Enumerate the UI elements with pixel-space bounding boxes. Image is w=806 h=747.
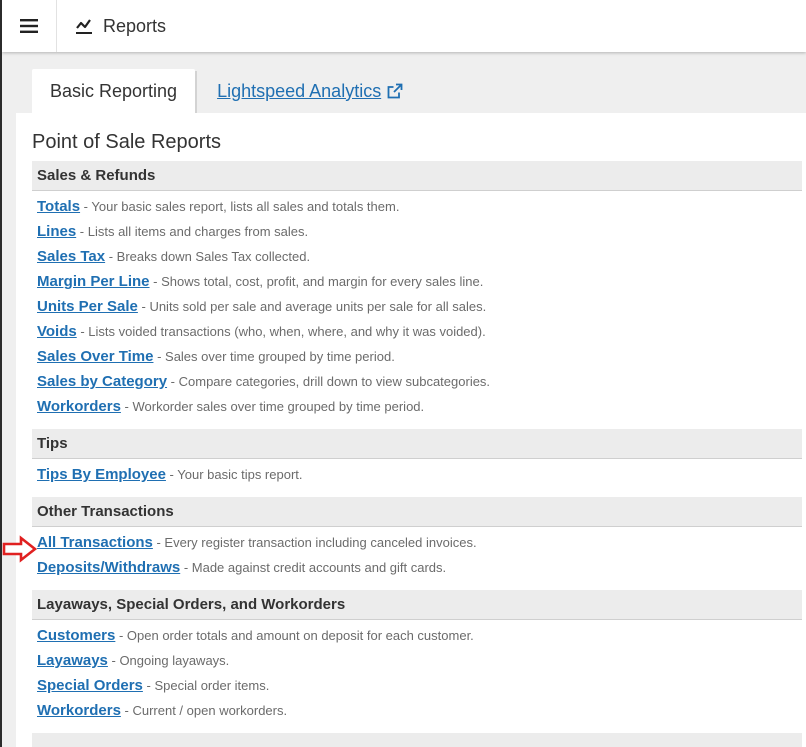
report-description: - Every register transaction including c… <box>152 535 477 550</box>
report-description: - Sales over time grouped by time period… <box>153 349 395 364</box>
report-description: - Units sold per sale and average units … <box>137 299 487 314</box>
report-description: - Made against credit accounts and gift … <box>180 560 447 575</box>
section-next-partial <box>32 733 802 747</box>
tab-lightspeed-analytics-label: Lightspeed Analytics <box>217 80 382 101</box>
report-description: - Workorder sales over time grouped by t… <box>120 399 425 414</box>
section-other-transactions: Other Transactions All Transactions - Ev… <box>32 497 802 580</box>
list-item: Totals - Your basic sales report, lists … <box>32 194 802 219</box>
list-item: Sales Over Time - Sales over time groupe… <box>32 344 802 369</box>
app-window: Reports Basic Reporting Lightspeed Analy… <box>0 0 806 747</box>
report-description: - Your basic tips report. <box>165 467 303 482</box>
section-items: All Transactions - Every register transa… <box>32 527 802 580</box>
report-link-workorders-open[interactable]: Workorders <box>37 702 121 719</box>
list-item: Customers - Open order totals and amount… <box>32 623 802 648</box>
report-description: - Special order items. <box>142 678 270 693</box>
list-item: Sales Tax - Breaks down Sales Tax collec… <box>32 244 802 269</box>
report-link-voids[interactable]: Voids <box>37 323 77 340</box>
report-link-all-transactions[interactable]: All Transactions <box>37 534 153 551</box>
list-item: Deposits/Withdraws - Made against credit… <box>32 555 802 580</box>
section-header: Other Transactions <box>32 497 802 527</box>
section-items: Customers - Open order totals and amount… <box>32 620 802 723</box>
report-description: - Lists voided transactions (who, when, … <box>76 324 486 339</box>
page-title: Reports <box>103 15 167 36</box>
report-link-margin-per-line[interactable]: Margin Per Line <box>37 273 150 290</box>
report-link-tips-by-employee[interactable]: Tips By Employee <box>37 466 166 483</box>
section-header: Sales & Refunds <box>32 161 802 191</box>
report-description: - Current / open workorders. <box>120 703 288 718</box>
header-title-group: Reports <box>57 16 166 37</box>
section-tips: Tips Tips By Employee - Your basic tips … <box>32 429 802 487</box>
list-item: Tips By Employee - Your basic tips repor… <box>32 462 802 487</box>
report-description: - Shows total, cost, profit, and margin … <box>149 274 484 289</box>
list-item: Sales by Category - Compare categories, … <box>32 369 802 394</box>
line-chart-icon <box>76 19 92 34</box>
list-item: Special Orders - Special order items. <box>32 673 802 698</box>
hamburger-icon <box>20 19 38 33</box>
tab-lightspeed-analytics[interactable]: Lightspeed Analytics <box>197 69 423 113</box>
list-item: Workorders - Workorder sales over time g… <box>32 394 802 419</box>
section-items: Tips By Employee - Your basic tips repor… <box>32 459 802 487</box>
report-link-sales-by-category[interactable]: Sales by Category <box>37 373 167 390</box>
report-link-lines[interactable]: Lines <box>37 223 76 240</box>
section-header: Tips <box>32 429 802 459</box>
report-link-sales-tax[interactable]: Sales Tax <box>37 248 105 265</box>
tab-basic-reporting[interactable]: Basic Reporting <box>32 69 196 113</box>
report-link-special-orders[interactable]: Special Orders <box>37 677 143 694</box>
list-item: Units Per Sale - Units sold per sale and… <box>32 294 802 319</box>
section-layaways-special-orders: Layaways, Special Orders, and Workorders… <box>32 590 802 723</box>
report-section-title: Point of Sale Reports <box>32 131 221 153</box>
report-description: - Open order totals and amount on deposi… <box>115 628 474 643</box>
section-header: Layaways, Special Orders, and Workorders <box>32 590 802 620</box>
section-items: Totals - Your basic sales report, lists … <box>32 191 802 419</box>
list-item: Voids - Lists voided transactions (who, … <box>32 319 802 344</box>
report-description: - Your basic sales report, lists all sal… <box>80 199 400 214</box>
list-item: Layaways - Ongoing layaways. <box>32 648 802 673</box>
list-item: Lines - Lists all items and charges from… <box>32 219 802 244</box>
reports-panel: Point of Sale Reports Sales & Refunds To… <box>16 113 806 747</box>
list-item: All Transactions - Every register transa… <box>32 530 802 555</box>
report-tabs: Basic Reporting Lightspeed Analytics <box>32 69 423 119</box>
list-item: Workorders - Current / open workorders. <box>32 698 802 723</box>
report-description: - Ongoing layaways. <box>107 653 230 668</box>
section-header <box>32 733 802 747</box>
red-arrow-icon <box>2 535 38 563</box>
report-link-sales-over-time[interactable]: Sales Over Time <box>37 348 153 365</box>
report-sections: Sales & Refunds Totals - Your basic sale… <box>32 161 802 747</box>
report-link-workorders-sales[interactable]: Workorders <box>37 398 121 415</box>
list-item: Margin Per Line - Shows total, cost, pro… <box>32 269 802 294</box>
content-area: Basic Reporting Lightspeed Analytics Poi… <box>2 52 806 747</box>
report-description: - Lists all items and charges from sales… <box>76 224 309 239</box>
report-link-units-per-sale[interactable]: Units Per Sale <box>37 298 138 315</box>
top-bar: Reports <box>2 0 806 52</box>
external-link-icon <box>387 83 403 99</box>
report-description: - Breaks down Sales Tax collected. <box>105 249 311 264</box>
report-link-layaways[interactable]: Layaways <box>37 652 108 669</box>
report-link-customers[interactable]: Customers <box>37 627 115 644</box>
report-description: - Compare categories, drill down to view… <box>167 374 491 389</box>
menu-button[interactable] <box>2 0 57 52</box>
section-sales-refunds: Sales & Refunds Totals - Your basic sale… <box>32 161 802 419</box>
report-link-deposits-withdraws[interactable]: Deposits/Withdraws <box>37 559 180 576</box>
report-link-totals[interactable]: Totals <box>37 198 80 215</box>
